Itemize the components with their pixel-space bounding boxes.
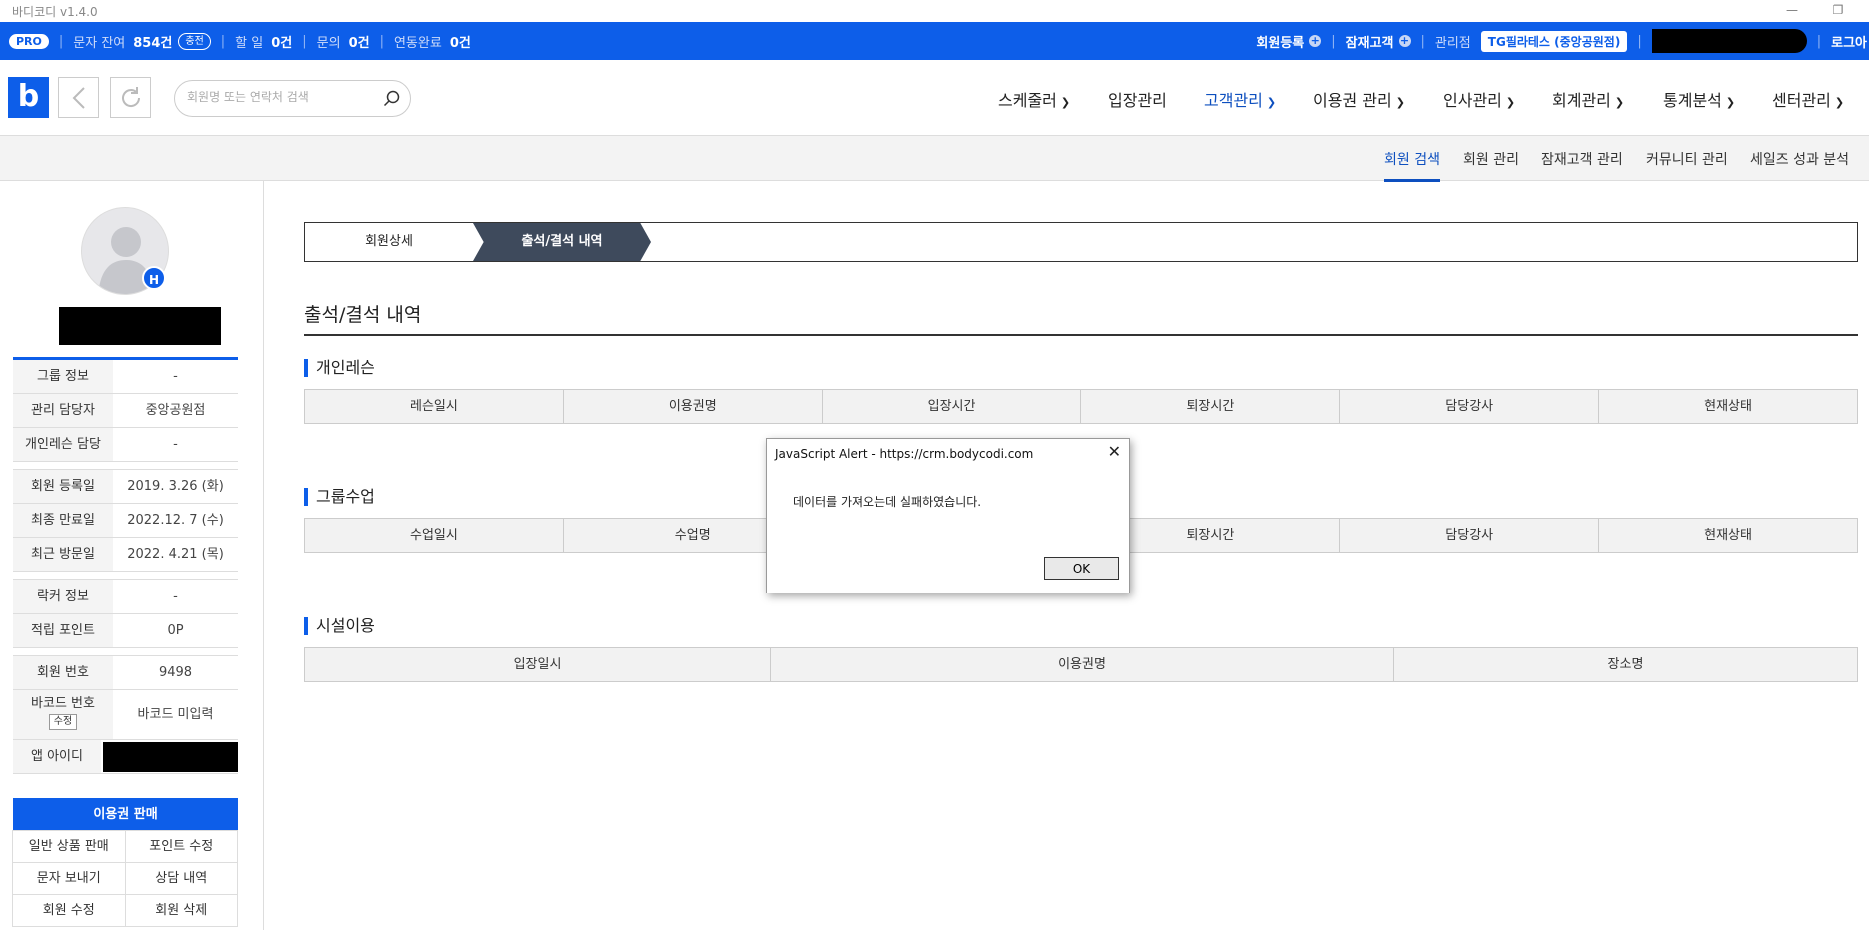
member-sidebar: H 그룹 정보 - 관리 담당자 중앙공원점 개인레슨 담당 - 회원 등록일 2019… <box>0 181 264 930</box>
redacted-user <box>1651 29 1807 53</box>
facility-table-header: 입장일시 이용권명 장소명 <box>304 647 1858 682</box>
chevron-down-icon: ❯ <box>1395 96 1405 109</box>
tab-sales-analysis[interactable]: 세일즈 성과 분석 <box>1750 149 1849 169</box>
back-button[interactable] <box>58 77 99 118</box>
general-product-sale-button[interactable]: 일반 상품 판매 <box>12 830 126 863</box>
inquiry-value[interactable]: 0건 <box>349 32 370 51</box>
redacted-app-id <box>103 742 238 772</box>
plus-icon: + <box>1309 34 1322 47</box>
redacted-member-name <box>59 307 221 345</box>
minimize-icon[interactable]: — <box>1777 0 1807 20</box>
ok-button[interactable]: OK <box>1044 557 1119 580</box>
dialog-title: JavaScript Alert - https://crm.bodycodi.… <box>767 439 1129 469</box>
logout-link[interactable]: 로그아 <box>1831 32 1867 51</box>
javascript-alert-dialog: JavaScript Alert - https://crm.bodycodi.… <box>766 438 1130 593</box>
close-icon[interactable]: ✕ <box>1108 442 1121 461</box>
sms-value: 854건 <box>133 35 173 51</box>
search-icon[interactable] <box>383 90 400 111</box>
member-info-table: 그룹 정보 - 관리 담당자 중앙공원점 개인레슨 담당 - 회원 등록일 2019. … <box>13 357 238 774</box>
manager-label: 관리점 <box>1434 35 1471 51</box>
send-sms-button[interactable]: 문자 보내기 <box>12 862 126 895</box>
plus-icon: + <box>1398 34 1411 47</box>
todo-label[interactable]: 할 일 <box>235 32 263 51</box>
info-row: 락커 정보 - <box>13 580 238 614</box>
top-status-bar: PRO | 문자 잔여 854건 충전 | 할 일 0건 | 문의 0건 | 연… <box>0 22 1869 60</box>
member-edit-button[interactable]: 회원 수정 <box>12 894 126 927</box>
window-titlebar: 바디코디 v1.4.0 — ❐ <box>0 0 1869 22</box>
tab-member-manage[interactable]: 회원 관리 <box>1463 149 1519 169</box>
chevron-down-icon: ❯ <box>1060 96 1071 109</box>
consult-history-button[interactable]: 상담 내역 <box>124 862 238 895</box>
info-row: 회원 번호 9498 <box>13 656 238 690</box>
menu-hr[interactable]: 인사관리 ❯ <box>1443 87 1515 111</box>
chevron-down-icon: ❯ <box>1505 96 1516 109</box>
member-action-grid: 일반 상품 판매 포인트 수정 문자 보내기 상담 내역 회원 수정 회원 삭제 <box>12 830 238 927</box>
charge-button[interactable]: 충전 <box>178 32 211 50</box>
sub-navbar: 회원 검색 회원 관리 잠재고객 관리 커뮤니티 관리 세일즈 성과 분석 <box>0 135 1869 182</box>
info-row: 회원 등록일 2019. 3.26 (화) <box>13 470 238 504</box>
refresh-button[interactable] <box>110 77 151 118</box>
main-navbar: b 스케줄러❯ 입장관리 고객관리❯ 이용권 관리❯ 인사관리❯ 회계관리❯ 통… <box>0 60 1869 135</box>
menu-customer[interactable]: 고객관리 ❯ <box>1204 87 1276 111</box>
sms-label: 문자 잔여 <box>73 35 126 51</box>
tab-community-manage[interactable]: 커뮤니티 관리 <box>1646 149 1728 169</box>
chevron-down-icon: ❯ <box>1266 96 1277 109</box>
avatar-badge: H <box>142 266 166 290</box>
renew-label[interactable]: 연동완료 <box>394 32 442 51</box>
todo-value[interactable]: 0건 <box>271 32 292 51</box>
refresh-icon <box>121 86 140 107</box>
renew-value[interactable]: 0건 <box>450 32 471 51</box>
page-title: 출석/결석 내역 <box>304 304 422 326</box>
branch-selector[interactable]: TG필라테스 (중앙공원점) <box>1480 30 1628 52</box>
info-row: 관리 담당자 중앙공원점 <box>13 394 238 428</box>
pro-badge: PRO <box>9 33 49 49</box>
app-title: 바디코디 v1.4.0 <box>12 4 98 19</box>
menu-accounting[interactable]: 회계관리 ❯ <box>1552 87 1624 111</box>
tab-attendance[interactable]: 출석/결석 내역 <box>473 223 651 261</box>
member-delete-button[interactable]: 회원 삭제 <box>124 894 238 927</box>
tab-member-search[interactable]: 회원 검색 <box>1384 149 1440 182</box>
detail-tabs: 회원상세 출석/결석 내역 <box>304 222 1858 262</box>
info-row: 개인레슨 담당 - <box>13 428 238 462</box>
barcode-edit-button[interactable]: 수정 <box>48 714 78 730</box>
inquiry-label[interactable]: 문의 <box>317 32 341 51</box>
tab-potential-manage[interactable]: 잠재고객 관리 <box>1541 149 1623 169</box>
chevron-left-icon <box>72 86 85 109</box>
menu-statistics[interactable]: 통계분석 ❯ <box>1663 87 1735 111</box>
dialog-message: 데이터를 가져오는데 실패하였습니다. <box>793 495 982 509</box>
tab-member-detail[interactable]: 회원상세 <box>305 223 473 261</box>
info-row: 적립 포인트 0P <box>13 614 238 648</box>
menu-center[interactable]: 센터관리 ❯ <box>1772 87 1844 111</box>
menu-entry[interactable]: 입장관리 <box>1108 87 1167 111</box>
section-title-facility: 시설이용 <box>304 617 375 635</box>
section-title-personal: 개인레슨 <box>304 359 375 377</box>
personal-lesson-table-header: 레슨일시 이용권명 입장시간 퇴장시간 담당강사 현재상태 <box>304 389 1858 424</box>
restore-icon[interactable]: ❐ <box>1823 0 1853 20</box>
info-row: 최근 방문일 2022. 4.21 (목) <box>13 538 238 572</box>
menu-scheduler[interactable]: 스케줄러 ❯ <box>998 87 1070 111</box>
menu-ticket[interactable]: 이용권 관리 ❯ <box>1313 87 1405 111</box>
info-row: 앱 아이디 <box>13 740 238 774</box>
ticket-sale-button[interactable]: 이용권 판매 <box>13 798 238 831</box>
point-edit-button[interactable]: 포인트 수정 <box>124 830 238 863</box>
logo[interactable]: b <box>8 77 49 118</box>
info-row-barcode: 바코드 번호 수정 바코드 미입력 <box>13 690 238 740</box>
info-row: 그룹 정보 - <box>13 360 238 394</box>
section-title-group: 그룹수업 <box>304 488 375 506</box>
info-row: 최종 만료일 2022.12. 7 (수) <box>13 504 238 538</box>
register-member-link[interactable]: 회원등록 <box>1256 32 1304 51</box>
potential-customer-link[interactable]: 잠재고객 <box>1346 32 1394 51</box>
chevron-down-icon: ❯ <box>1834 96 1845 109</box>
chevron-down-icon: ❯ <box>1725 96 1736 109</box>
search-input[interactable] <box>187 90 367 104</box>
chevron-down-icon: ❯ <box>1614 96 1625 109</box>
member-search[interactable] <box>174 80 411 117</box>
